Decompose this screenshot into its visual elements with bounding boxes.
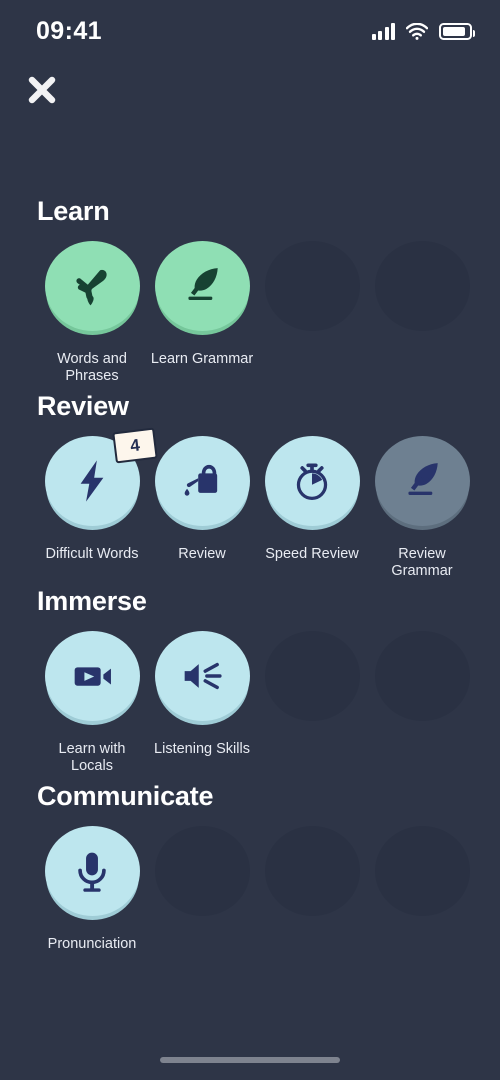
- tile-disc: [154, 436, 250, 531]
- wifi-icon: [406, 22, 428, 40]
- microphone-icon: [78, 852, 106, 892]
- tile-disc: [374, 436, 470, 531]
- lightning-bolt-icon: [80, 460, 104, 502]
- tile-disc-surface: [264, 436, 360, 526]
- tile-row: Pronunciation: [0, 826, 500, 953]
- tile-disc-surface: [264, 826, 360, 916]
- tile-disc-surface: [154, 436, 250, 526]
- tile-label: Pronunciation: [47, 936, 137, 952]
- tile-disc: [44, 631, 140, 726]
- tile-disc-surface: [154, 631, 250, 721]
- quill-pen-icon: [188, 268, 218, 300]
- tile-empty-slot: [367, 241, 477, 385]
- stopwatch-icon: [296, 463, 328, 500]
- battery-icon: [439, 22, 475, 40]
- tile-disc-surface: [44, 241, 140, 331]
- section-review: Review 4 Difficult Words Review Speed Review…: [0, 391, 500, 580]
- cellular-signal-icon: [371, 22, 395, 40]
- tile-disc: [44, 826, 140, 921]
- tile-label: Learn Grammar: [150, 351, 254, 367]
- tile-row: Words and Phrases Learn Grammar: [0, 241, 500, 385]
- tile-label: Speed Review: [265, 546, 359, 562]
- tile-empty-slot: [367, 826, 477, 953]
- tile-disc-surface: [44, 631, 140, 721]
- tile-disc: [154, 826, 250, 921]
- tile-label: Words and Phrases: [57, 351, 127, 384]
- tile-difficult-words[interactable]: 4 Difficult Words: [37, 427, 158, 580]
- tile-disc-surface: [374, 631, 470, 721]
- section-learn: Learn Words and Phrases Learn Grammar: [0, 196, 500, 385]
- tile-disc: [44, 241, 140, 336]
- tile-label: Review Grammar: [391, 546, 453, 579]
- tile-disc: [154, 631, 250, 726]
- tile-label: Listening Skills: [154, 741, 250, 757]
- close-icon: [28, 76, 56, 104]
- close-button[interactable]: [20, 68, 64, 112]
- tile-learn-with-locals[interactable]: Learn with Locals: [37, 631, 147, 775]
- tile-disc: [374, 241, 470, 336]
- tile-row: Learn with Locals Listening Skills: [0, 631, 500, 775]
- tile-disc-surface: [264, 631, 360, 721]
- tile-review-grammar: Review Grammar: [367, 436, 477, 580]
- tile-empty-slot: [147, 826, 257, 953]
- tile-disc: 4: [44, 427, 158, 531]
- tile-disc-surface: [264, 241, 360, 331]
- tile-disc-surface: [374, 436, 470, 526]
- tile-label: Difficult Words: [45, 546, 139, 562]
- tile-review[interactable]: Review: [147, 436, 257, 580]
- tile-disc: [374, 826, 470, 921]
- status-bar: 09:41: [0, 0, 500, 62]
- hand-pinch-icon: [76, 269, 107, 306]
- watering-can-icon: [184, 464, 218, 496]
- tile-empty-slot: [257, 826, 367, 953]
- tile-empty-slot: [257, 631, 367, 775]
- section-title: Immerse: [37, 586, 147, 616]
- status-icons: [371, 22, 475, 40]
- sections-list: Learn Words and Phrases Learn Grammar Revie…: [0, 196, 500, 959]
- tile-label: Review: [178, 546, 226, 562]
- tile-disc: [264, 826, 360, 921]
- tile-disc: [264, 241, 360, 336]
- tile-disc-surface: [154, 826, 250, 916]
- section-communicate: Communicate Pronunciation: [0, 781, 500, 953]
- tile-disc: [374, 631, 470, 726]
- tile-label: Learn with Locals: [58, 741, 126, 774]
- tile-speed-review[interactable]: Speed Review: [257, 436, 367, 580]
- tile-pronunciation[interactable]: Pronunciation: [37, 826, 147, 953]
- tile-disc-surface: [374, 826, 470, 916]
- tile-disc: [264, 436, 360, 531]
- tile-disc: [264, 631, 360, 726]
- tile-listening-skills[interactable]: Listening Skills: [147, 631, 257, 775]
- tile-disc-surface: [44, 826, 140, 916]
- video-camera-icon: [74, 667, 111, 686]
- tile-disc: [154, 241, 250, 336]
- tile-disc-surface: [374, 241, 470, 331]
- tile-empty-slot: [367, 631, 477, 775]
- tile-empty-slot: [257, 241, 367, 385]
- status-time: 09:41: [36, 16, 102, 45]
- section-title: Communicate: [37, 781, 214, 811]
- section-immerse: Immerse Learn with Locals Listening Skills: [0, 586, 500, 775]
- tile-disc-surface: [154, 241, 250, 331]
- tile-learn-grammar[interactable]: Learn Grammar: [147, 241, 257, 385]
- speaker-sound-icon: [184, 662, 222, 690]
- tile-row: 4 Difficult Words Review Speed Review Review…: [0, 427, 500, 580]
- section-title: Review: [37, 391, 129, 421]
- home-indicator: [160, 1057, 340, 1063]
- quill-pen-icon: [408, 463, 438, 495]
- tile-count-badge: 4: [111, 427, 158, 464]
- tile-words-and-phrases[interactable]: Words and Phrases: [37, 241, 147, 385]
- section-title: Learn: [37, 196, 110, 226]
